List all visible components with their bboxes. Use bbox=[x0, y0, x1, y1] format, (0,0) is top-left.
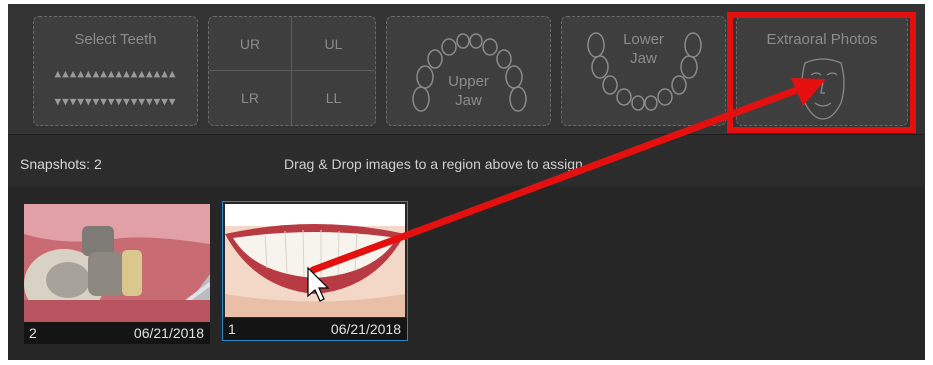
lower-jaw-region[interactable]: Lower Jaw bbox=[561, 16, 726, 126]
upper-teeth-row: ▲▲▲▲▲▲▲▲▲▲▲▲▲▲▲▲ bbox=[54, 67, 177, 80]
quadrant-ur[interactable]: UR bbox=[209, 17, 292, 71]
upper-jaw-arch-icon bbox=[412, 33, 527, 112]
quadrant-ul[interactable]: UL bbox=[292, 17, 375, 71]
quadrant-region: UR UL LR LL bbox=[208, 16, 376, 126]
lower-jaw-label-line1: Lower bbox=[623, 31, 664, 48]
snapshot-status-bar: Snapshots: 2 Drag & Drop images to a reg… bbox=[8, 135, 925, 185]
quadrant-lr[interactable]: LR bbox=[209, 71, 292, 125]
upper-jaw-label-line1: Upper bbox=[448, 73, 489, 90]
quadrant-grid: UR UL LR LL bbox=[209, 17, 375, 125]
snapshot-number: 1 bbox=[228, 321, 236, 337]
lower-teeth-row: ▼▼▼▼▼▼▼▼▼▼▼▼▼▼▼▼ bbox=[54, 95, 177, 108]
snapshot-number: 2 bbox=[29, 325, 37, 341]
upper-jaw-label-line2: Jaw bbox=[455, 92, 482, 109]
intraoral-photo bbox=[24, 204, 210, 322]
select-teeth-label: Select Teeth bbox=[74, 31, 157, 48]
smile-photo bbox=[225, 204, 405, 317]
snapshot-thumbnail[interactable]: 2 06/21/2018 bbox=[24, 204, 210, 344]
snapshot-date: 06/21/2018 bbox=[133, 325, 204, 341]
select-teeth-region[interactable]: Select Teeth ▲▲▲▲▲▲▲▲▲▲▲▲▲▲▲▲ ▼▼▼▼▼▼▼▼▼▼… bbox=[33, 16, 198, 126]
drag-drop-hint: Drag & Drop images to a region above to … bbox=[284, 156, 583, 172]
quadrant-ll[interactable]: LL bbox=[292, 71, 375, 125]
snapshot-assign-panel: Select Teeth ▲▲▲▲▲▲▲▲▲▲▲▲▲▲▲▲ ▼▼▼▼▼▼▼▼▼▼… bbox=[8, 4, 925, 360]
snapshot-thumbnail-selected[interactable]: 1 06/21/2018 bbox=[222, 201, 408, 341]
snapshot-count: Snapshots: 2 bbox=[20, 156, 102, 172]
snapshot-caption: 2 06/21/2018 bbox=[24, 322, 210, 344]
face-icon bbox=[801, 58, 845, 120]
extraoral-photos-region[interactable]: Extraoral Photos bbox=[736, 16, 908, 126]
extraoral-photos-label: Extraoral Photos bbox=[766, 31, 878, 48]
region-toolbar: Select Teeth ▲▲▲▲▲▲▲▲▲▲▲▲▲▲▲▲ ▼▼▼▼▼▼▼▼▼▼… bbox=[8, 4, 925, 134]
lower-jaw-label-line2: Jaw bbox=[630, 50, 657, 67]
snapshot-thumbnail-area: 2 06/21/2018 1 06/21/2018 bbox=[8, 186, 925, 360]
snapshot-caption: 1 06/21/2018 bbox=[223, 318, 407, 340]
snapshot-date: 06/21/2018 bbox=[330, 321, 401, 337]
upper-jaw-region[interactable]: Upper Jaw bbox=[386, 16, 551, 126]
